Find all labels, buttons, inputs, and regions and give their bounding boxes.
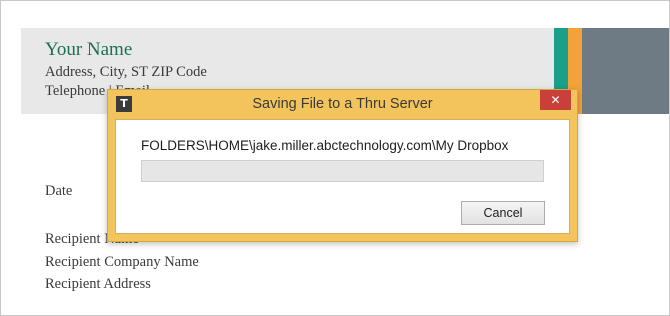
dialog-body: FOLDERS\HOME\jake.miller.abctechnology.c…: [115, 119, 570, 234]
close-button[interactable]: ✕: [540, 90, 571, 110]
document-date: Date: [45, 183, 73, 199]
accent-stripe-slate: [582, 28, 669, 114]
dialog-titlebar[interactable]: T Saving File to a Thru Server ✕: [108, 90, 577, 119]
cancel-button[interactable]: Cancel: [461, 201, 545, 225]
dialog-title: Saving File to a Thru Server: [252, 96, 433, 112]
document-recipient-address: Recipient Address: [45, 276, 151, 292]
saving-dialog: T Saving File to a Thru Server ✕ FOLDERS…: [107, 89, 578, 242]
document-name: Your Name: [45, 39, 133, 60]
document-address: Address, City, ST ZIP Code: [45, 64, 207, 80]
document-recipient-company: Recipient Company Name: [45, 254, 199, 270]
destination-path: FOLDERS\HOME\jake.miller.abctechnology.c…: [141, 138, 509, 153]
progress-bar: [141, 160, 544, 182]
close-icon: ✕: [550, 93, 561, 107]
